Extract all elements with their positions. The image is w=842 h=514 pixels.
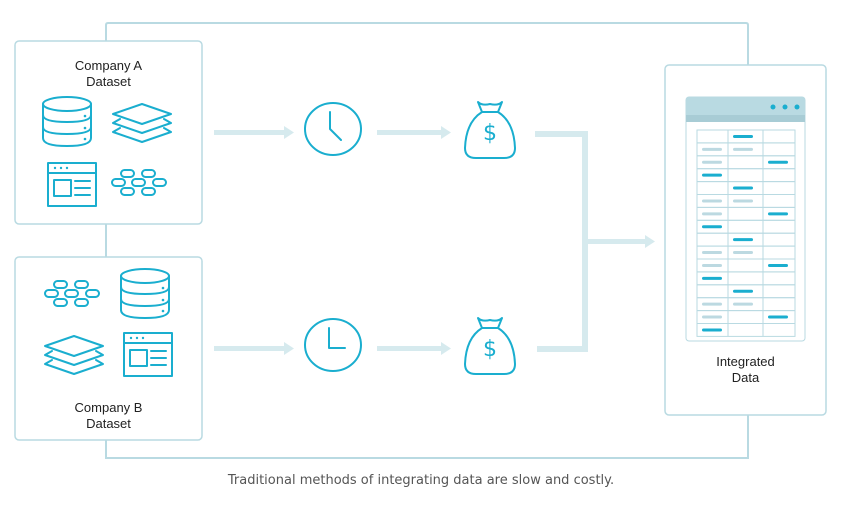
clock-icon — [304, 102, 362, 156]
window-dot-icon — [770, 104, 776, 110]
company-b-title: Company B Dataset — [15, 400, 202, 432]
table-cell-value-highlight — [702, 173, 722, 177]
money-bag-icon: $ — [464, 101, 516, 159]
table-cell-value-highlight — [702, 225, 722, 229]
table-cell-value-muted — [702, 263, 722, 267]
table-cell-value-muted — [702, 302, 722, 306]
table-cell-value-highlight — [768, 263, 788, 267]
integrated-title-line2: Data — [731, 370, 760, 385]
company-a-title-line2: Dataset — [86, 74, 131, 89]
table-cell-value-highlight — [702, 328, 722, 332]
table-cell-value-highlight — [733, 134, 753, 138]
arrow-a-1 — [214, 126, 294, 139]
table-cell-value-highlight — [768, 212, 788, 216]
arrow-a-2 — [377, 126, 451, 139]
integrated-data-window — [685, 96, 806, 342]
table-cell-value-muted — [702, 199, 722, 203]
integrated-title-line1: Integrated — [716, 354, 775, 369]
table-cell-value-highlight — [733, 186, 753, 190]
window-dot-icon — [794, 104, 800, 110]
table-cell-value-highlight — [733, 238, 753, 242]
table-cell-value-muted — [702, 160, 722, 164]
merge-bracket — [535, 131, 655, 352]
svg-text:$: $ — [483, 121, 497, 146]
table-cell-value-muted — [733, 147, 753, 151]
table-cell-value-highlight — [733, 289, 753, 293]
table-cell-value-highlight — [702, 276, 722, 280]
integrated-data-title: Integrated Data — [665, 354, 826, 386]
table-cell-value-muted — [733, 302, 753, 306]
table-cell-value-muted — [702, 251, 722, 255]
window-dot-icon — [782, 104, 788, 110]
company-a-title-line1: Company A — [74, 58, 143, 73]
table-cell-value-muted — [702, 315, 722, 319]
company-a-title: Company A Dataset — [15, 58, 202, 90]
table-cell-value-muted — [733, 199, 753, 203]
arrow-b-2 — [377, 342, 451, 355]
caption: Traditional methods of integrating data … — [227, 473, 615, 488]
money-bag-icon: $ — [464, 317, 516, 375]
arrow-b-1 — [214, 342, 294, 355]
company-b-title-line1: Company B — [74, 400, 143, 415]
table-cell-value-muted — [702, 147, 722, 151]
table-cell-value-muted — [702, 212, 722, 216]
table-cell-value-muted — [733, 251, 753, 255]
svg-text:$: $ — [483, 337, 497, 362]
table-cell-value-highlight — [768, 315, 788, 319]
clock-icon — [304, 318, 362, 372]
table-cell-value-highlight — [768, 160, 788, 164]
company-b-title-line2: Dataset — [86, 416, 131, 431]
